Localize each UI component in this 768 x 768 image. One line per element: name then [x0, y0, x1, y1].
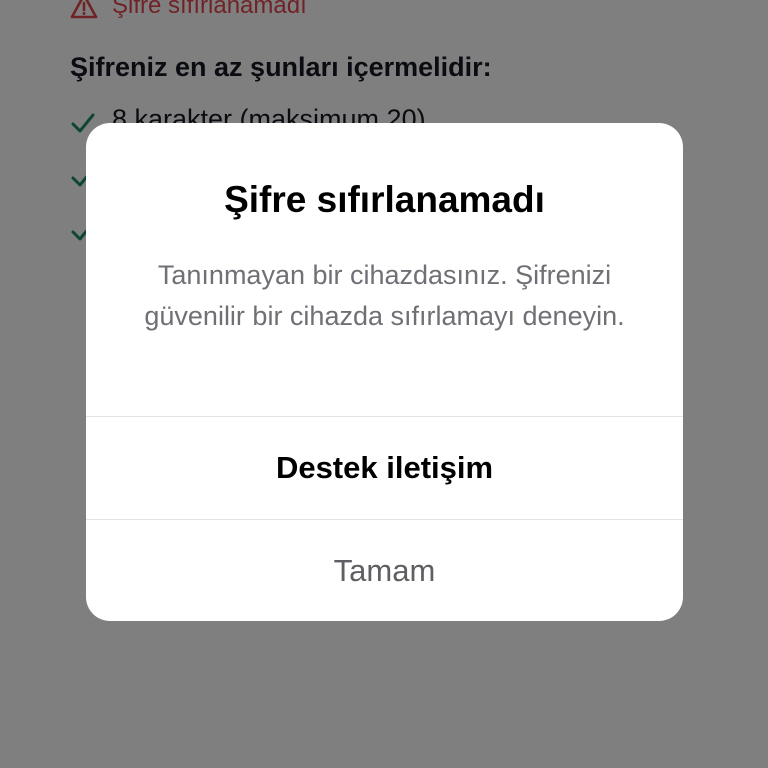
- contact-support-button[interactable]: Destek iletişim: [86, 417, 683, 519]
- reset-failed-dialog: Şifre sıfırlanamadı Tanınmayan bir cihaz…: [86, 123, 683, 621]
- dialog-title: Şifre sıfırlanamadı: [224, 179, 545, 220]
- ok-button[interactable]: Tamam: [86, 520, 683, 621]
- dialog-message: Tanınmayan bir cihazdasınız. Şifrenizi g…: [144, 260, 625, 331]
